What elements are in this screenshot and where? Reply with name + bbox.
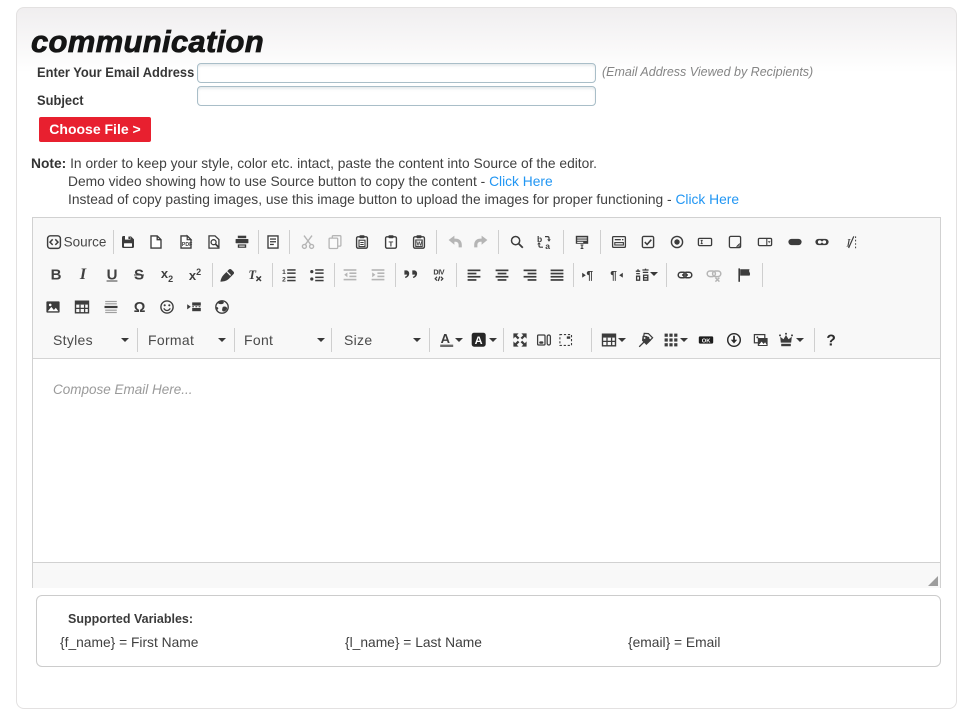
svg-text:a: a bbox=[545, 241, 550, 250]
svg-text:¶: ¶ bbox=[586, 268, 593, 282]
svg-text:T: T bbox=[389, 239, 394, 248]
svg-text:T: T bbox=[248, 267, 257, 281]
svg-text:¶: ¶ bbox=[610, 268, 617, 282]
svg-text:A: A bbox=[475, 335, 483, 347]
svg-text:1: 1 bbox=[282, 269, 286, 276]
svg-text:A: A bbox=[441, 332, 451, 346]
svg-text:DIV: DIV bbox=[433, 267, 444, 276]
svg-text:Ω: Ω bbox=[134, 300, 146, 315]
svg-text:PDF: PDF bbox=[182, 242, 192, 248]
svg-text:?: ? bbox=[826, 333, 835, 348]
svg-text:2: 2 bbox=[282, 276, 286, 282]
svg-text:b: b bbox=[537, 234, 542, 244]
svg-text:W: W bbox=[417, 241, 423, 247]
svg-text:OK: OK bbox=[702, 338, 712, 344]
